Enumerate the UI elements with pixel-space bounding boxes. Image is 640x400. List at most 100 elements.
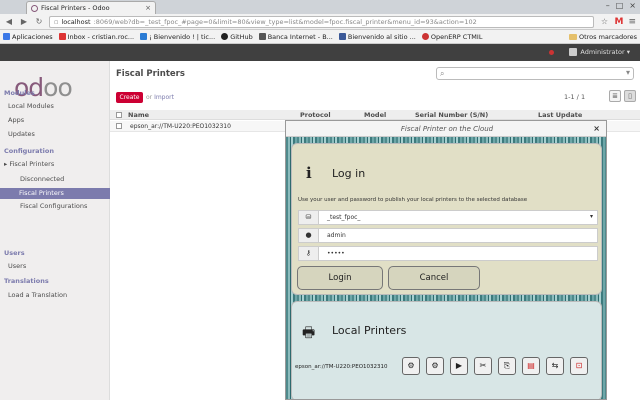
key-icon: ⚷	[299, 247, 319, 260]
column-header-model[interactable]: Model	[364, 111, 386, 119]
gmail-bookmark-icon	[58, 33, 66, 40]
import-link-wrap: or Import	[146, 94, 174, 101]
bookmark-item[interactable]: Inbox - cristian.roc...	[58, 33, 134, 41]
database-value: _test_fpoc_	[327, 214, 361, 221]
address-bar[interactable]: ▫ localhost:8069/web?db=_test_fpoc_#page…	[49, 15, 595, 28]
username-field[interactable]: ● admin	[298, 228, 598, 243]
close-window-icon[interactable]: ×	[629, 1, 636, 10]
sidebar-item-load-translation[interactable]: Load a Translation	[8, 291, 67, 299]
column-header-last-update[interactable]: Last Update	[538, 111, 582, 119]
browser-tab[interactable]: Fiscal Printers - Odoo ×	[26, 1, 156, 14]
page-icon: ▫	[54, 17, 59, 26]
window-controls: – □ ×	[606, 1, 636, 10]
printer-report-icon[interactable]: ⊡	[570, 357, 588, 375]
bookmark-item[interactable]: Aplicaciones	[3, 33, 53, 41]
apps-icon	[3, 33, 10, 40]
other-bookmarks[interactable]: Otros marcadores	[568, 33, 637, 41]
bookmarks-bar: Aplicaciones Inbox - cristian.roc... ¡ B…	[0, 30, 640, 44]
printer-name-cell: epson_ar://TM-U220:PEO1032310	[130, 123, 231, 130]
bookmark-item[interactable]: OpenERP CTMIL	[421, 33, 482, 41]
tab-title: Fiscal Printers - Odoo	[41, 4, 110, 12]
site-icon	[338, 33, 346, 40]
sidebar: odoo Modules Local Modules Apps Updates …	[0, 61, 110, 400]
sidebar-section-configuration: Configuration	[4, 147, 54, 155]
page-title: Fiscal Printers	[116, 69, 185, 79]
local-printers-title: Local Printers	[332, 324, 407, 337]
close-icon[interactable]: ×	[593, 124, 600, 133]
row-checkbox[interactable]	[116, 123, 122, 129]
minimize-icon[interactable]: –	[606, 1, 610, 10]
sidebar-item-disconnected[interactable]: Disconnected	[20, 175, 64, 183]
user-menu[interactable]: Administrator ▾	[569, 48, 630, 56]
dialog-header: Fiscal Printer on the Cloud ×	[286, 121, 606, 137]
database-select[interactable]: ⛁ _test_fpoc_ ▾	[298, 210, 598, 225]
database-icon: ⛁	[299, 211, 319, 224]
bookmark-item[interactable]: GitHub	[221, 33, 253, 41]
search-options-icon[interactable]: ▾	[626, 68, 630, 77]
search-input[interactable]: ⌕ ▾	[436, 67, 634, 80]
login-button[interactable]: Login	[297, 266, 383, 290]
printer-ticket-icon[interactable]: ▤	[522, 357, 540, 375]
github-icon	[221, 33, 229, 40]
browser-navbar: ◀ ▶ ↻ ▫ localhost:8069/web?db=_test_fpoc…	[0, 14, 640, 30]
column-header-serial[interactable]: Serial Number (S/N)	[415, 111, 488, 119]
printer-transfer-icon[interactable]: ⇆	[546, 357, 564, 375]
pager-value[interactable]: 1-1 / 1	[564, 93, 585, 101]
url-path: :8069/web?db=_test_fpoc_#page=0&limit=80…	[93, 17, 477, 26]
table-header: Name Protocol Model Serial Number (S/N) …	[110, 110, 640, 120]
url-host: localhost	[61, 17, 91, 26]
sidebar-item-updates[interactable]: Updates	[8, 130, 35, 138]
sidebar-item-fiscal-printers-parent[interactable]: ▸ Fiscal Printers	[4, 160, 54, 168]
login-description: Use your user and password to publish yo…	[298, 197, 528, 203]
login-title: Log in	[332, 167, 366, 180]
sidebar-item-local-modules[interactable]: Local Modules	[8, 102, 54, 110]
cancel-button[interactable]: Cancel	[388, 266, 480, 290]
odoo-logo[interactable]: odoo	[14, 73, 73, 102]
browser-tab-bar: Fiscal Printers - Odoo × – □ ×	[0, 0, 640, 14]
forward-icon[interactable]: ▶	[19, 17, 29, 26]
sidebar-item-apps[interactable]: Apps	[8, 116, 24, 124]
bookmark-star-icon[interactable]: ☆	[599, 17, 609, 26]
password-field[interactable]: ⚷ •••••	[298, 246, 598, 261]
form-view-icon[interactable]: ▯	[624, 90, 636, 102]
sidebar-item-fiscal-configurations[interactable]: Fiscal Configurations	[20, 202, 87, 210]
folder-icon	[568, 33, 577, 40]
browser-menu-icon[interactable]: ≡	[628, 17, 636, 27]
list-view-icon[interactable]: ≣	[609, 90, 621, 102]
bookmark-item[interactable]: Bienvenido al sitio ...	[338, 33, 416, 41]
printer-cut-icon[interactable]: ✂	[474, 357, 492, 375]
select-all-checkbox[interactable]	[116, 112, 122, 118]
printer-document-icon[interactable]: ⎘	[498, 357, 516, 375]
gmail-icon[interactable]: M	[614, 17, 623, 27]
column-header-protocol[interactable]: Protocol	[300, 111, 331, 119]
printer-settings-icon[interactable]: ⚙	[402, 357, 420, 375]
import-link[interactable]: Import	[154, 94, 174, 101]
openerp-icon	[421, 33, 429, 40]
create-button[interactable]: Create	[116, 92, 143, 103]
column-header-name[interactable]: Name	[128, 111, 149, 119]
tab-close-icon[interactable]: ×	[145, 4, 151, 12]
printer-config-icon[interactable]: ⚙	[426, 357, 444, 375]
sidebar-section-modules: Modules	[4, 89, 35, 97]
maximize-icon[interactable]: □	[616, 1, 624, 10]
user-icon: ●	[299, 229, 319, 242]
login-panel: i Log in Use your user and password to p…	[291, 143, 602, 295]
user-name: Administrator ▾	[580, 48, 630, 56]
back-icon[interactable]: ◀	[4, 17, 14, 26]
chevron-down-icon: ▾	[589, 213, 593, 220]
odoo-topbar: Administrator ▾	[0, 44, 640, 61]
sidebar-item-users[interactable]: Users	[8, 262, 26, 270]
printer-play-icon[interactable]: ▶	[450, 357, 468, 375]
reload-icon[interactable]: ↻	[34, 17, 44, 26]
info-icon: i	[306, 164, 312, 182]
odoo-favicon-icon	[31, 4, 38, 12]
bookmark-item[interactable]: ¡ Bienvenido ! | tic...	[140, 33, 215, 41]
printer-icon: 🖶	[302, 325, 316, 341]
avatar	[569, 48, 578, 56]
sidebar-section-users: Users	[4, 249, 25, 257]
local-printers-panel: 🖶 Local Printers epson_ar://TM-U220:PEO1…	[291, 301, 602, 399]
local-printer-name: epson_ar://TM-U220:PEO1032310	[295, 364, 388, 370]
dialog-title: Fiscal Printer on the Cloud	[400, 125, 494, 133]
bookmark-item[interactable]: Banca Internet - B...	[258, 33, 333, 41]
sidebar-item-fiscal-printers[interactable]: Fiscal Printers	[0, 188, 110, 199]
